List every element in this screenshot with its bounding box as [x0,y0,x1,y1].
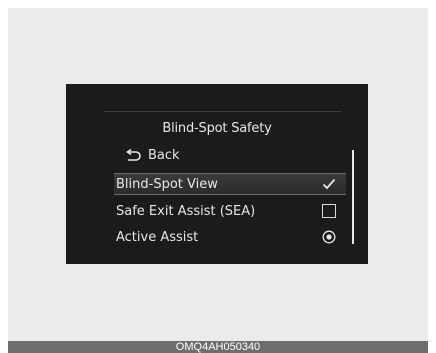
checkbox-icon[interactable] [322,204,336,218]
figure-frame: Blind-Spot Safety Back Blind-Spot View S… [8,8,428,341]
menu-item-active-assist[interactable]: Active Assist [114,226,346,248]
menu-item-label: Active Assist [116,229,199,245]
figure-code-bar: OMQ4AH050340 [8,341,428,353]
back-button[interactable]: Back [124,148,180,163]
top-divider [104,111,341,112]
menu-item-safe-exit-assist[interactable]: Safe Exit Assist (SEA) [114,200,346,222]
back-arrow-icon [124,148,142,163]
check-icon[interactable] [322,177,336,191]
menu-item-label: Safe Exit Assist (SEA) [116,203,256,219]
menu-item-blind-spot-view[interactable]: Blind-Spot View [114,173,346,195]
scrollbar[interactable] [352,150,354,244]
back-label: Back [148,148,180,163]
menu-title: Blind-Spot Safety [162,121,272,136]
infotainment-screen: Blind-Spot Safety Back Blind-Spot View S… [66,84,368,264]
figure-code-label: OMQ4AH050340 [175,341,261,353]
menu-item-label: Blind-Spot View [116,176,218,192]
radio-icon[interactable] [322,230,336,244]
